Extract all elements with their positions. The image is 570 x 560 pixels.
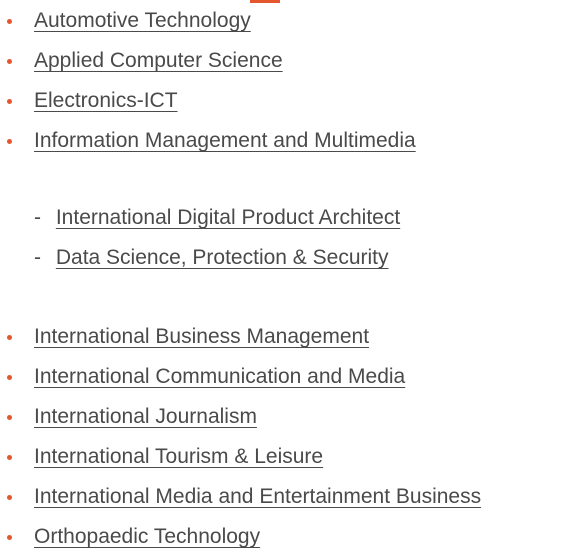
bullet-icon: [7, 335, 12, 340]
bullet-icon: [7, 535, 12, 540]
list-item: Applied Computer Science: [0, 44, 416, 84]
program-link[interactable]: International Business Management: [34, 325, 369, 348]
program-list-bottom: International Business Management Intern…: [0, 320, 481, 560]
bullet-icon: [7, 455, 12, 460]
sub-list-item: - International Digital Product Architec…: [0, 202, 400, 242]
list-item: International Tourism & Leisure: [0, 440, 481, 480]
program-link[interactable]: Applied Computer Science: [34, 49, 283, 72]
program-link[interactable]: Automotive Technology: [34, 9, 251, 32]
program-link[interactable]: International Communication and Media: [34, 365, 405, 388]
bullet-icon: [7, 375, 12, 380]
list-item: Automotive Technology: [0, 4, 416, 44]
program-link[interactable]: Orthopaedic Technology: [34, 525, 260, 548]
list-item: International Business Management: [0, 320, 481, 360]
sub-list-item: - Data Science, Protection & Security: [0, 242, 400, 282]
list-item: Information Management and Multimedia: [0, 124, 416, 164]
list-item: Orthopaedic Technology: [0, 520, 481, 560]
dash-marker: -: [34, 246, 41, 269]
program-list-top: Automotive Technology Applied Computer S…: [0, 4, 416, 164]
list-item: International Communication and Media: [0, 360, 481, 400]
sub-program-link[interactable]: International Digital Product Architect: [56, 206, 400, 229]
program-sub-list: - International Digital Product Architec…: [0, 202, 400, 282]
program-link[interactable]: International Media and Entertainment Bu…: [34, 485, 481, 508]
list-item: Electronics-ICT: [0, 84, 416, 124]
bullet-icon: [7, 139, 12, 144]
bullet-icon: [7, 59, 12, 64]
program-link[interactable]: International Journalism: [34, 405, 257, 428]
dash-marker: -: [34, 206, 41, 229]
program-link[interactable]: Electronics-ICT: [34, 89, 178, 112]
bullet-icon: [7, 19, 12, 24]
program-link[interactable]: International Tourism & Leisure: [34, 445, 323, 468]
bullet-icon: [7, 99, 12, 104]
list-item: International Journalism: [0, 400, 481, 440]
sub-program-link[interactable]: Data Science, Protection & Security: [56, 246, 389, 269]
heading-accent-line: [250, 0, 280, 3]
list-item: International Media and Entertainment Bu…: [0, 480, 481, 520]
bullet-icon: [7, 495, 12, 500]
bullet-icon: [7, 415, 12, 420]
program-link[interactable]: Information Management and Multimedia: [34, 129, 416, 152]
